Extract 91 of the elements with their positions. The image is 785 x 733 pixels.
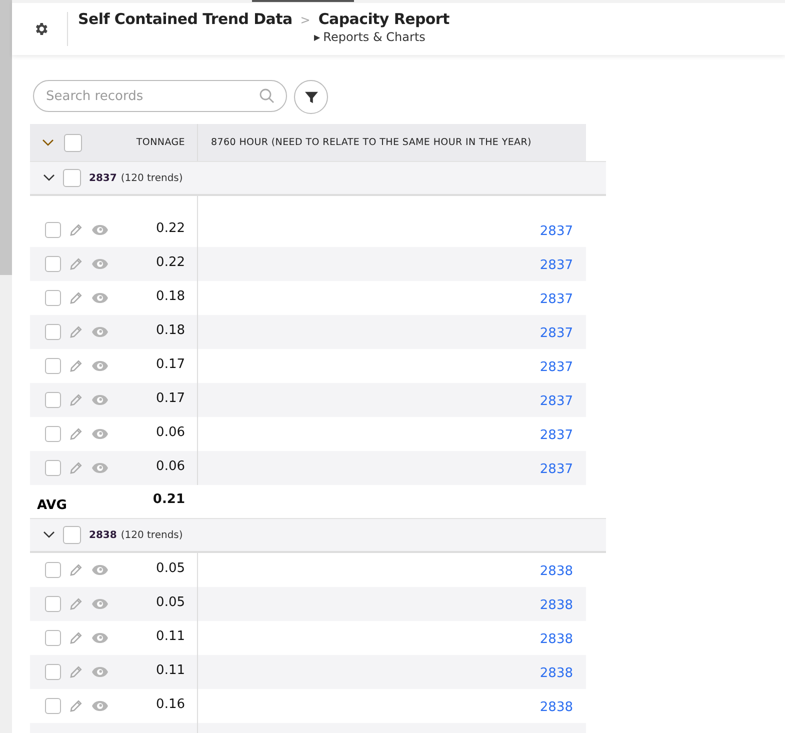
search-field[interactable]: Search records [33, 80, 287, 112]
chevron-icon[interactable] [43, 174, 55, 182]
pencil-icon[interactable] [69, 291, 83, 305]
table-cell-text: 0.11 [155, 628, 186, 646]
eye-icon[interactable] [91, 564, 109, 576]
hour-link[interactable]: 2838 [540, 598, 573, 612]
filter-button[interactable] [294, 80, 328, 114]
group-count: (120 trends) [120, 172, 183, 184]
checkbox[interactable] [45, 596, 61, 612]
hour-link[interactable]: 2838 [540, 632, 573, 646]
hour-link[interactable]: 2837 [540, 360, 573, 374]
eye-icon[interactable] [91, 428, 109, 440]
table-cell-text: 0.18 [155, 288, 186, 306]
eye-icon[interactable] [91, 598, 109, 610]
table-cell-text: 0.05 [155, 560, 186, 578]
pencil-icon[interactable] [69, 631, 83, 645]
eye-icon[interactable] [91, 462, 109, 474]
breadcrumb-item[interactable]: Capacity Report [318, 10, 450, 28]
pencil-icon[interactable] [69, 359, 83, 373]
hour-link[interactable]: 2838 [540, 564, 573, 578]
checkbox[interactable] [45, 290, 61, 306]
eye-icon[interactable] [91, 360, 109, 372]
group-count: (120 trends) [120, 530, 183, 540]
eye-icon[interactable] [91, 224, 109, 236]
filter-icon [304, 90, 318, 104]
checkbox[interactable] [45, 426, 61, 442]
group-header[interactable]: 2838 (120 trends) [30, 518, 606, 553]
select-all-checkbox[interactable] [64, 134, 82, 152]
hour-link[interactable]: 2837 [540, 326, 573, 340]
table-cell-text: 0.17 [155, 356, 186, 374]
breadcrumb-separator: > [300, 13, 310, 27]
pencil-icon[interactable] [69, 665, 83, 679]
subtitle-link[interactable]: Reports & Charts [323, 30, 426, 44]
hour-link[interactable]: 2837 [540, 258, 573, 272]
pencil-icon[interactable] [69, 563, 83, 577]
pencil-icon[interactable] [69, 257, 83, 271]
eye-icon[interactable] [91, 394, 109, 406]
group-header[interactable]: 2837 (120 trends) [30, 161, 606, 196]
hour-link[interactable]: 2837 [540, 428, 573, 442]
table-cell-text: 0.17 [155, 390, 186, 408]
checkbox[interactable] [45, 222, 61, 238]
chevron-icon[interactable] [43, 531, 55, 539]
scrollbar[interactable] [0, 0, 12, 733]
checkbox[interactable] [45, 698, 61, 714]
eye-icon[interactable] [91, 632, 109, 644]
breadcrumb-item[interactable]: Self Contained Trend Data [78, 10, 292, 28]
settings-icon[interactable] [33, 21, 49, 37]
table-cell-text: 0.06 [155, 424, 186, 442]
table-cell-text: 0.18 [155, 322, 186, 340]
table-cell-text: 0.05 [155, 594, 186, 612]
eye-icon[interactable] [91, 258, 109, 270]
eye-icon[interactable] [91, 666, 109, 678]
checkbox[interactable] [45, 664, 61, 680]
pencil-icon[interactable] [69, 461, 83, 475]
checkbox[interactable] [45, 630, 61, 646]
checkbox[interactable] [45, 358, 61, 374]
eye-icon[interactable] [91, 292, 109, 304]
checkbox[interactable] [45, 562, 61, 578]
table-cell-text: 0.06 [155, 458, 186, 476]
hour-link[interactable]: 2838 [540, 666, 573, 680]
pencil-icon[interactable] [69, 223, 83, 237]
hour-link[interactable]: 2837 [540, 224, 573, 238]
hour-link[interactable]: 2837 [540, 292, 573, 306]
pencil-icon[interactable] [69, 393, 83, 407]
eye-icon[interactable] [91, 700, 109, 712]
expand-triangle[interactable]: ▶ [314, 32, 320, 42]
eye-icon[interactable] [91, 326, 109, 338]
search-icon [259, 88, 275, 104]
pencil-icon[interactable] [69, 597, 83, 611]
checkbox[interactable] [63, 526, 81, 544]
summary-label: AVG [37, 497, 67, 513]
column-header[interactable]: TONNAGE [120, 124, 197, 161]
checkbox[interactable] [45, 392, 61, 408]
checkbox[interactable] [45, 324, 61, 340]
checkbox[interactable] [45, 256, 61, 272]
table-cell-text: 0.22 [155, 254, 186, 272]
group-name: 2837 [89, 172, 117, 184]
table-cell-text: 0.16 [155, 696, 186, 714]
table-cell-text: 0.22 [155, 220, 186, 238]
pencil-icon[interactable] [69, 699, 83, 713]
pencil-icon[interactable] [69, 325, 83, 339]
group-name: 2838 [89, 530, 117, 540]
summary-value: 0.21 [152, 491, 186, 509]
hour-link[interactable]: 2838 [540, 700, 573, 714]
hour-link[interactable]: 2837 [540, 462, 573, 476]
table-cell-text: 0.11 [155, 662, 186, 680]
hour-link[interactable]: 2837 [540, 394, 573, 408]
chevron-icon[interactable] [42, 138, 54, 146]
checkbox[interactable] [45, 460, 61, 476]
pencil-icon[interactable] [69, 427, 83, 441]
checkbox[interactable] [63, 169, 81, 187]
